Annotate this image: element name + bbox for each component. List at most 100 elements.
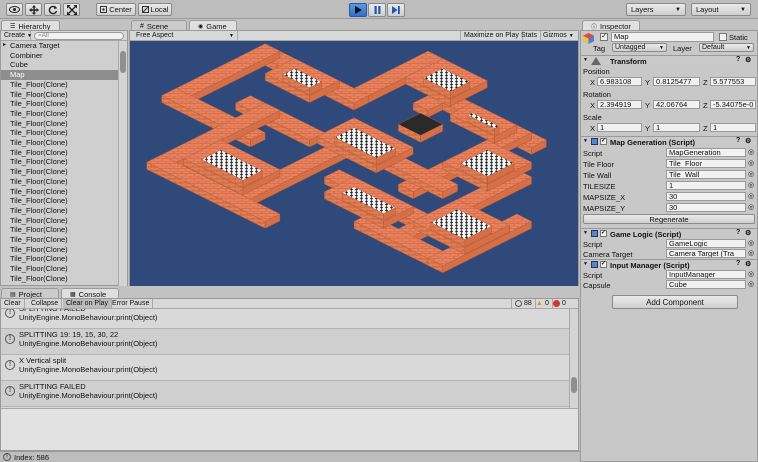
pivot-local-button[interactable]: Local <box>138 3 172 16</box>
object-picker-icon[interactable]: ◎ <box>748 249 754 257</box>
scale-z-field[interactable]: 1 <box>710 123 756 132</box>
create-dropdown[interactable]: Create ▼ <box>1 31 32 40</box>
rot-x-field[interactable]: 2.394919 <box>597 100 642 109</box>
hierarchy-search[interactable]: ⌕All <box>34 32 124 40</box>
tag-dropdown[interactable]: Untagged ▼ <box>612 43 667 52</box>
input-manager-header[interactable]: ▼ ✓ Input Manager (Script) ? ⚙ <box>581 259 757 270</box>
hierarchy-item[interactable]: Tile_Floor(Clone) <box>1 187 118 197</box>
hierarchy-item[interactable]: Tile_Floor(Clone) <box>1 216 118 226</box>
hierarchy-item[interactable]: Tile_Floor(Clone) <box>1 90 118 100</box>
error-filter-toggle[interactable]: 0 <box>550 299 569 308</box>
hierarchy-item[interactable]: Tile_Floor(Clone) <box>1 148 118 158</box>
enabled-checkbox[interactable]: ✓ <box>600 261 607 268</box>
console-entry[interactable]: ! SPLITTING 19: 19, 15, 30, 22 UnityEngine… <box>1 329 569 355</box>
property-field[interactable]: Camera Target (Tra <box>666 249 746 258</box>
console-entry[interactable]: ! X Vertical split UnityEngine.MonoBehavio… <box>1 355 569 381</box>
property-field[interactable]: InputManager <box>666 270 746 279</box>
pause-button[interactable] <box>368 3 386 17</box>
play-button[interactable] <box>349 3 367 17</box>
scale-tool-button[interactable] <box>63 3 80 16</box>
hierarchy-item[interactable]: Tile_Floor(Clone) <box>1 119 118 129</box>
object-picker-icon[interactable]: ◎ <box>748 170 754 178</box>
object-picker-icon[interactable]: ◎ <box>748 159 754 167</box>
map-generation-header[interactable]: ▼ ✓ Map Generation (Script) ? ⚙ <box>581 136 757 147</box>
hierarchy-scroll-thumb[interactable] <box>120 51 126 73</box>
hierarchy-item[interactable]: Tile_Floor(Clone) <box>1 109 118 119</box>
hierarchy-item[interactable]: Tile_Floor(Clone) <box>1 225 118 235</box>
hierarchy-item[interactable]: Tile_Floor(Clone) <box>1 235 118 245</box>
pos-x-field[interactable]: 6.983108 <box>597 77 642 86</box>
property-field[interactable]: 30 <box>666 192 746 201</box>
transform-header[interactable]: ▼ Transform ? ⚙ <box>581 55 757 66</box>
hierarchy-item[interactable]: Tile_Floor(Clone) <box>1 167 118 177</box>
gear-icon[interactable]: ⚙ <box>745 137 751 145</box>
console-scroll-thumb[interactable] <box>571 377 577 393</box>
property-field[interactable]: MapGeneration <box>666 148 746 157</box>
view-tool-button[interactable] <box>6 3 23 16</box>
hierarchy-item[interactable]: Tile_Floor(Clone) <box>1 177 118 187</box>
hierarchy-item[interactable]: Combiner <box>1 51 118 61</box>
property-field[interactable]: Cube <box>666 280 746 289</box>
scale-y-field[interactable]: 1 <box>653 123 700 132</box>
object-picker-icon[interactable]: ◎ <box>748 239 754 247</box>
game-logic-header[interactable]: ▼ ✓ Game Logic (Script) ? ⚙ <box>581 228 757 239</box>
move-tool-button[interactable] <box>25 3 42 16</box>
hierarchy-item[interactable]: Tile_Floor(Clone) <box>1 80 118 90</box>
object-picker-icon[interactable]: ◎ <box>748 280 754 288</box>
console-entry[interactable]: !SPLITTING FAILEDUnityEngine.MonoBehavio… <box>1 381 569 407</box>
object-picker-icon[interactable]: ◎ <box>748 270 754 278</box>
step-button[interactable] <box>387 3 405 17</box>
enabled-checkbox[interactable]: ✓ <box>600 230 607 237</box>
object-picker-icon[interactable]: ◎ <box>748 203 754 211</box>
help-icon[interactable]: ? <box>736 229 740 236</box>
property-field[interactable]: 1 <box>666 181 746 190</box>
object-picker-icon[interactable]: ◎ <box>748 192 754 200</box>
object-picker-icon[interactable]: ◎ <box>748 148 754 156</box>
hierarchy-item[interactable]: Cube <box>1 60 118 70</box>
gear-icon[interactable]: ⚙ <box>745 260 751 268</box>
help-icon[interactable]: ? <box>736 56 740 63</box>
scale-x-field[interactable]: 1 <box>597 123 642 132</box>
game-viewport[interactable] <box>130 41 578 286</box>
stats-toggle[interactable]: Stats <box>518 31 541 40</box>
console-scrollbar[interactable] <box>569 309 578 408</box>
rot-z-field[interactable]: -5.34075e-0 <box>710 100 756 109</box>
hierarchy-item[interactable]: Tile_Floor(Clone) <box>1 254 118 264</box>
static-checkbox[interactable] <box>719 33 727 41</box>
property-field[interactable]: Tile_Floor <box>666 159 746 168</box>
help-icon[interactable]: ? <box>736 260 740 267</box>
console-entry[interactable]: !SPLITTING FAILEDUnityEngine.MonoBehavio… <box>1 309 569 329</box>
gizmos-dropdown[interactable]: Gizmos ▼ <box>540 31 577 40</box>
object-picker-icon[interactable]: ◎ <box>748 181 754 189</box>
property-field[interactable]: GameLogic <box>666 239 746 248</box>
rotate-tool-button[interactable] <box>44 3 61 16</box>
hierarchy-item[interactable]: Tile_Floor(Clone) <box>1 245 118 255</box>
hierarchy-item[interactable]: Tile_Floor(Clone) <box>1 274 118 284</box>
object-name-field[interactable]: Map <box>611 32 714 42</box>
pos-y-field[interactable]: 0.8125477 <box>653 77 700 86</box>
add-component-button[interactable]: Add Component <box>612 295 738 309</box>
rot-y-field[interactable]: 42.06764 <box>653 100 700 109</box>
maximize-on-play-toggle[interactable]: Maximize on Play <box>460 31 523 40</box>
hierarchy-item[interactable]: Tile_Floor(Clone) <box>1 264 118 274</box>
hierarchy-item[interactable]: Tile_Floor(Clone) <box>1 99 118 109</box>
gear-icon[interactable]: ⚙ <box>745 56 751 64</box>
enabled-checkbox[interactable]: ✓ <box>600 138 607 145</box>
console-error-pause-toggle[interactable]: Error Pause <box>109 299 154 308</box>
hierarchy-item[interactable]: Tile_Floor(Clone) <box>1 206 118 216</box>
hierarchy-item[interactable]: Tile_Floor(Clone) <box>1 128 118 138</box>
property-field[interactable]: 30 <box>666 203 746 212</box>
layer-dropdown[interactable]: Default ▼ <box>699 43 754 52</box>
expand-arrow-icon[interactable]: ▸ <box>3 41 6 51</box>
property-field[interactable]: Tile_Wall <box>666 170 746 179</box>
console-clear-button[interactable]: Clear <box>1 299 25 308</box>
layers-dropdown[interactable]: Layers ▼ <box>626 3 686 16</box>
console-collapse-toggle[interactable]: Collapse <box>28 299 63 308</box>
aspect-dropdown[interactable]: Free Aspect ▼ <box>133 31 238 40</box>
pos-z-field[interactable]: 5.577553 <box>710 77 756 86</box>
pivot-center-button[interactable]: Center <box>96 3 136 16</box>
help-icon[interactable]: ? <box>736 137 740 144</box>
hierarchy-item[interactable]: Map <box>1 70 118 80</box>
console-clear-on-play-toggle[interactable]: Clear on Play <box>63 299 113 308</box>
gear-icon[interactable]: ⚙ <box>745 229 751 237</box>
